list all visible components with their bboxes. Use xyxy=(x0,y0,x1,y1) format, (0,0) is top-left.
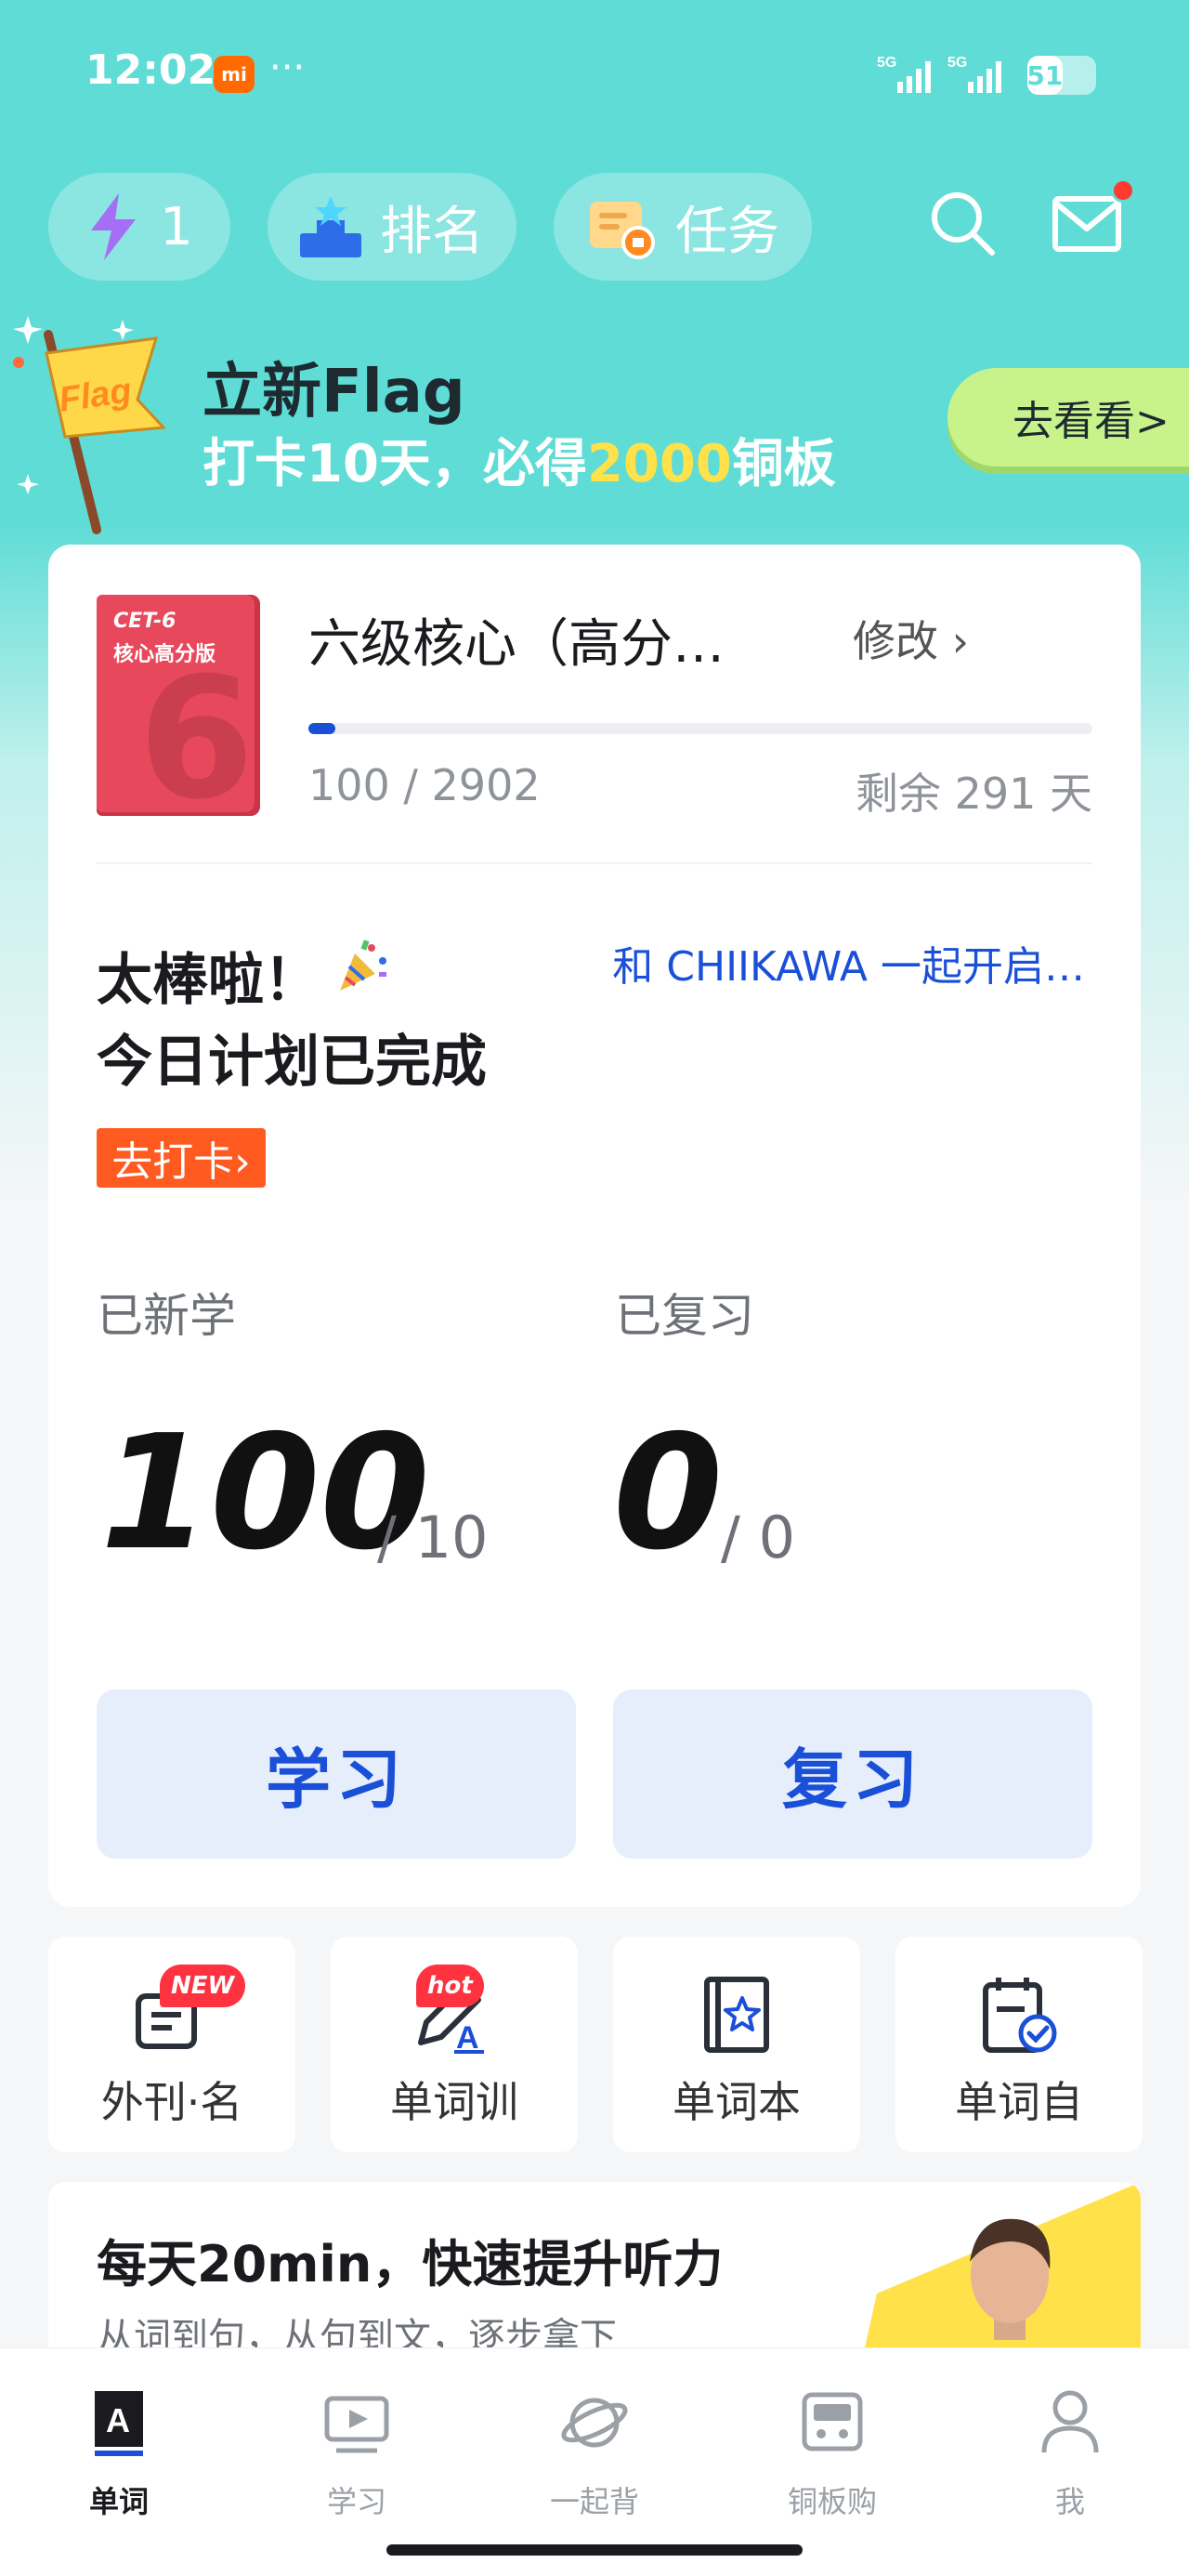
wordbook-icon xyxy=(704,1977,769,2053)
signal-5g-icon: 5G xyxy=(877,55,931,93)
rank-button[interactable]: 排名 xyxy=(268,173,516,281)
checkin-button[interactable]: 去打卡› xyxy=(97,1128,266,1188)
video-icon xyxy=(324,2396,389,2453)
rank-label: 排名 xyxy=(380,201,484,262)
energy-pill[interactable]: 1 xyxy=(48,173,230,281)
shortcut-label: 外刊·名 xyxy=(100,2077,243,2127)
nav-shop[interactable]: 铜板购 xyxy=(758,2367,907,2519)
shortcut-word-training[interactable]: A hot 单词训 xyxy=(331,1937,578,2152)
learned-label: 已新学 xyxy=(97,1289,236,1343)
svg-text:5G: 5G xyxy=(947,55,967,71)
party-popper-icon xyxy=(340,940,386,991)
bottom-navigation: A 单词 学习 一起背 铜板购 我 xyxy=(0,2347,1189,2576)
shop-icon xyxy=(802,2392,863,2451)
book-cover[interactable]: CET-6 核心高分版 6 xyxy=(97,595,260,812)
completion-message: 今日计划已完成 xyxy=(97,1030,487,1095)
status-time: 12:02 xyxy=(85,46,216,94)
task-scroll-icon xyxy=(590,202,655,259)
days-remaining: 剩余 291 天 xyxy=(855,769,1092,819)
reviewed-count: 0 xyxy=(613,1401,724,1585)
book-title[interactable]: 六级核心（高分… xyxy=(308,602,725,677)
word-a-icon: A xyxy=(95,2391,143,2456)
mi-app-badge: mi xyxy=(214,56,255,93)
learn-button[interactable]: 学习 xyxy=(97,1689,576,1859)
book-progress-bar xyxy=(308,723,1092,734)
nav-label: 单词 xyxy=(88,2484,149,2519)
nav-together[interactable]: 一起背 xyxy=(520,2367,669,2519)
review-button[interactable]: 复习 xyxy=(613,1689,1092,1859)
profile-icon xyxy=(1041,2390,1099,2453)
book-cover-level: CET-6 xyxy=(113,610,176,633)
book-progress-fill xyxy=(308,723,336,734)
nav-word[interactable]: A 单词 xyxy=(45,2367,193,2519)
shortcut-wordbook[interactable]: 单词本 xyxy=(613,1937,860,2152)
promo-title: 每天20min，快速提升听力 xyxy=(97,2235,724,2293)
self-test-icon xyxy=(983,1978,1057,2053)
reviewed-target: / 0 xyxy=(721,1504,796,1571)
search-icon[interactable] xyxy=(925,186,1000,260)
nav-study[interactable]: 学习 xyxy=(282,2367,431,2519)
signal-5g-icon: 5G xyxy=(947,55,1001,93)
battery-level: 51 xyxy=(1026,56,1063,95)
hot-badge: hot xyxy=(416,1965,484,2007)
lightning-icon xyxy=(91,193,137,260)
status-bar: 12:02 mi ··· 5G 5G 51 xyxy=(0,0,1189,149)
more-notifications-icon: ··· xyxy=(269,46,306,89)
nav-label: 一起背 xyxy=(549,2484,639,2519)
shortcut-magazine[interactable]: NEW 外刊·名 xyxy=(48,1937,295,2152)
nav-label: 学习 xyxy=(326,2484,386,2519)
flag-subtitle: 打卡10天，必得2000铜板 xyxy=(203,434,836,494)
shortcut-label: 单词自 xyxy=(955,2077,1083,2127)
flag-reward-amount: 2000 xyxy=(586,434,732,494)
nav-label: 铜板购 xyxy=(787,2484,877,2519)
svg-text:A: A xyxy=(106,2401,130,2439)
edit-book-link[interactable]: 修改 › xyxy=(853,608,969,669)
completion-heading: 太棒啦！ xyxy=(97,948,320,1013)
learned-target: / 10 xyxy=(377,1504,489,1571)
reviewed-label: 已复习 xyxy=(615,1289,754,1343)
energy-count: 1 xyxy=(160,196,193,257)
home-indicator[interactable] xyxy=(386,2544,803,2556)
battery-icon: 51 xyxy=(1026,56,1096,95)
book-cover-number: 6 xyxy=(137,642,255,812)
planet-icon xyxy=(561,2398,628,2448)
chiikawa-event-link[interactable]: 和 CHIIKAWA 一起开启… xyxy=(612,933,1085,992)
divider xyxy=(97,862,1092,864)
shortcut-self-test[interactable]: 单词自 xyxy=(895,1937,1143,2152)
tasks-button[interactable]: 任务 xyxy=(554,173,812,281)
notification-dot xyxy=(1111,178,1135,203)
nav-label: 我 xyxy=(1054,2484,1085,2519)
flag-go-button[interactable]: 去看看> xyxy=(947,368,1189,467)
new-badge: NEW xyxy=(160,1965,246,2007)
flag-illustration-icon: Flag xyxy=(13,316,167,534)
nav-me[interactable]: 我 xyxy=(996,2367,1144,2519)
shortcut-label: 单词本 xyxy=(673,2077,801,2127)
flag-title: 立新Flag xyxy=(203,358,465,427)
tasks-label: 任务 xyxy=(675,201,779,262)
shortcut-label: 单词训 xyxy=(390,2077,518,2127)
book-word-count: 100 / 2902 xyxy=(308,760,541,810)
podium-icon xyxy=(300,196,361,257)
svg-text:5G: 5G xyxy=(877,55,896,71)
